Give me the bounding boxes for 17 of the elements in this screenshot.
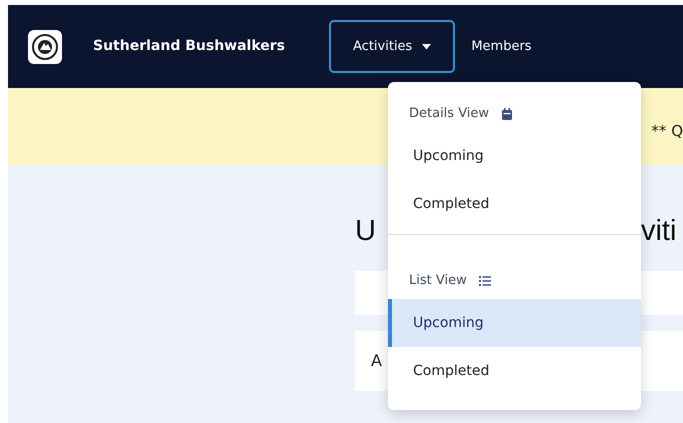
- nav-link[interactable]: Members: [455, 20, 548, 73]
- dropdown-header: Details View: [409, 105, 490, 124]
- logo-icon[interactable]: [28, 30, 62, 64]
- calendar-icon: [501, 108, 514, 120]
- card-title: A: [371, 351, 382, 370]
- banner-text: ** Q: [651, 121, 683, 142]
- page-heading: viti: [640, 217, 676, 246]
- page-heading: U: [355, 217, 376, 246]
- dropdown-item[interactable]: Upcoming: [388, 299, 641, 347]
- dropdown-toggle[interactable]: Activities: [329, 20, 456, 73]
- list-icon: [478, 275, 491, 287]
- dropdown-item[interactable]: Upcoming: [388, 132, 641, 180]
- caret-icon: [422, 44, 432, 50]
- dropdown-item[interactable]: Completed: [388, 347, 641, 395]
- brand-link[interactable]: Sutherland Bushwalkers: [93, 36, 286, 57]
- dropdown-header: List View: [409, 272, 467, 290]
- dropdown-item[interactable]: Completed: [388, 180, 641, 228]
